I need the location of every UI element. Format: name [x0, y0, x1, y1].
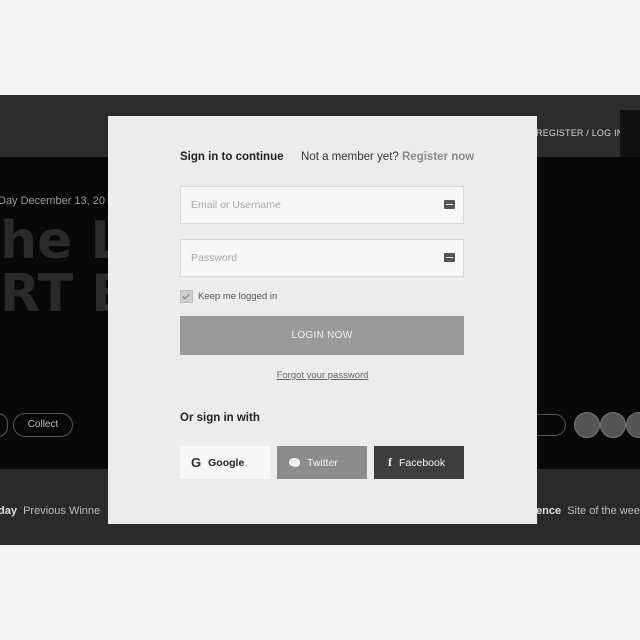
footer-left-text: day Previous Winne	[0, 505, 100, 517]
remember-label: Keep me logged in	[198, 291, 278, 302]
social-heading: Or sign in with	[180, 412, 260, 424]
register-login-link[interactable]: REGISTER / LOG IN	[536, 128, 623, 138]
login-button[interactable]: LOGIN NOW	[180, 316, 464, 355]
footer-right-bold: ence	[536, 505, 562, 517]
email-field[interactable]	[180, 186, 464, 224]
password-input[interactable]	[181, 240, 441, 276]
footer-right-link[interactable]: Site of the wee	[567, 505, 640, 517]
facebook-label: Facebook	[399, 456, 446, 469]
footer-left-link[interactable]: Previous Winne	[23, 505, 100, 517]
google-button[interactable]: G Google	[180, 446, 270, 479]
password-field[interactable]	[180, 239, 464, 277]
hero-title-line-1: he L	[0, 211, 124, 271]
menu-button[interactable]	[620, 110, 640, 157]
forgot-password-link[interactable]: Forgot your password	[108, 370, 537, 381]
twitter-label: Twitter	[307, 456, 338, 469]
hero-date: Day December 13, 20	[0, 195, 105, 207]
avatar[interactable]	[600, 412, 626, 438]
footer-left-bold: day	[0, 505, 17, 517]
modal-title: Sign in to continue	[180, 151, 284, 163]
key-icon	[444, 253, 455, 262]
member-prompt-text: Not a member yet?	[301, 151, 399, 163]
twitter-icon	[289, 458, 300, 467]
register-now-link[interactable]: Register now	[402, 151, 474, 163]
login-modal: Sign in to continue Not a member yet? Re…	[108, 116, 537, 524]
facebook-button[interactable]: f Facebook	[374, 446, 464, 479]
google-label: Google	[208, 456, 245, 469]
email-input[interactable]	[181, 187, 441, 223]
remember-me[interactable]: Keep me logged in	[180, 290, 277, 303]
collect-button[interactable]: Collect	[13, 413, 73, 437]
twitter-button[interactable]: Twitter	[277, 446, 367, 479]
remember-checkbox[interactable]	[180, 290, 193, 303]
avatar[interactable]	[574, 412, 600, 438]
key-icon	[444, 200, 455, 209]
google-icon: G	[191, 455, 202, 470]
footer-right-text: ence Site of the wee	[536, 505, 640, 517]
member-prompt: Not a member yet? Register now	[301, 151, 474, 163]
facebook-icon: f	[388, 455, 392, 469]
